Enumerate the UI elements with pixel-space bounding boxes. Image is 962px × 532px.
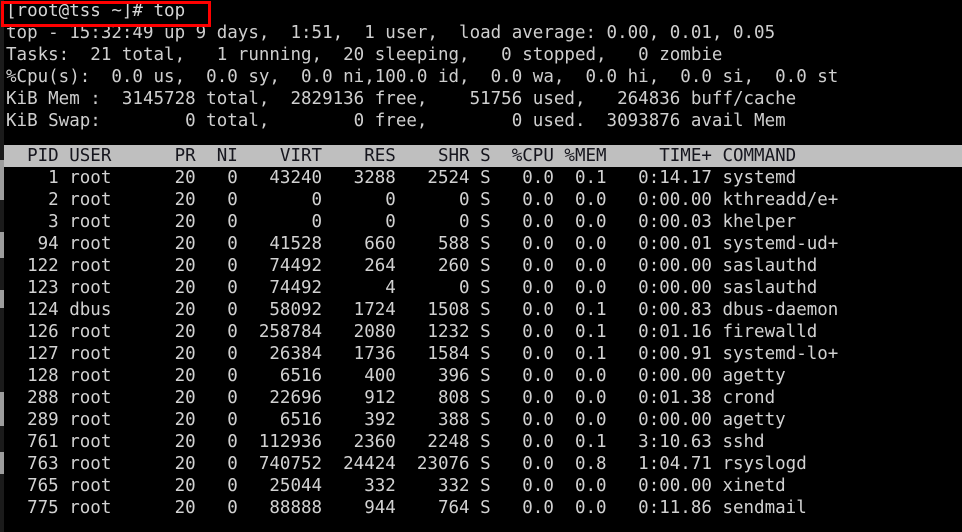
terminal-scrollbar[interactable]: [0, 0, 4, 532]
table-row[interactable]: 128 root 20 0 6516 400 396 S 0.0 0.0 0:0…: [0, 365, 962, 387]
top-tasks-line: Tasks: 21 total, 1 running, 20 sleeping,…: [6, 45, 723, 65]
terminal-window: [root@tss ~]# top top - 15:32:49 up 9 da…: [0, 0, 962, 532]
table-row[interactable]: 124 dbus 20 0 58092 1724 1508 S 0.0 0.1 …: [0, 299, 962, 321]
table-row[interactable]: 2 root 20 0 0 0 0 S 0.0 0.0 0:00.00 kthr…: [0, 189, 962, 211]
table-row[interactable]: 1 root 20 0 43240 3288 2524 S 0.0 0.1 0:…: [0, 167, 962, 189]
table-row[interactable]: 763 root 20 0 740752 24424 23076 S 0.0 0…: [0, 453, 962, 475]
terminal-output: [root@tss ~]# top top - 15:32:49 up 9 da…: [0, 0, 962, 519]
table-row[interactable]: 94 root 20 0 41528 660 588 S 0.0 0.0 0:0…: [0, 233, 962, 255]
scrollbar-thumb[interactable]: [0, 452, 4, 474]
scrollbar-thumb[interactable]: [0, 392, 4, 426]
top-mem-line: KiB Mem : 3145728 total, 2829136 free, 5…: [6, 89, 797, 109]
table-row[interactable]: 765 root 20 0 25044 332 332 S 0.0 0.0 0:…: [0, 475, 962, 497]
scrollbar-thumb[interactable]: [0, 290, 4, 308]
scrollbar-thumb[interactable]: [0, 160, 4, 200]
table-row[interactable]: 123 root 20 0 74492 4 0 S 0.0 0.0 0:00.0…: [0, 277, 962, 299]
blank-separator: [0, 132, 962, 144]
table-row[interactable]: 127 root 20 0 26384 1736 1584 S 0.0 0.1 …: [0, 343, 962, 365]
table-row[interactable]: 761 root 20 0 112936 2360 2248 S 0.0 0.1…: [0, 431, 962, 453]
top-cpu-line: %Cpu(s): 0.0 us, 0.0 sy, 0.0 ni,100.0 id…: [6, 67, 839, 87]
process-table-header[interactable]: PID USER PR NI VIRT RES SHR S %CPU %MEM …: [0, 145, 962, 167]
top-uptime-line: top - 15:32:49 up 9 days, 1:51, 1 user, …: [6, 23, 776, 43]
scrollbar-thumb[interactable]: [0, 232, 4, 258]
top-swap-line: KiB Swap: 0 total, 0 free, 0 used. 30938…: [6, 111, 786, 131]
shell-prompt-line[interactable]: [root@tss ~]# top: [0, 0, 962, 22]
table-row[interactable]: 122 root 20 0 74492 264 260 S 0.0 0.0 0:…: [0, 255, 962, 277]
table-row[interactable]: 289 root 20 0 6516 392 388 S 0.0 0.0 0:0…: [0, 409, 962, 431]
table-row[interactable]: 775 root 20 0 88888 944 764 S 0.0 0.0 0:…: [0, 497, 962, 519]
table-row[interactable]: 288 root 20 0 22696 912 808 S 0.0 0.0 0:…: [0, 387, 962, 409]
table-row[interactable]: 126 root 20 0 258784 2080 1232 S 0.0 0.1…: [0, 321, 962, 343]
table-row[interactable]: 3 root 20 0 0 0 0 S 0.0 0.0 0:00.03 khel…: [0, 211, 962, 233]
